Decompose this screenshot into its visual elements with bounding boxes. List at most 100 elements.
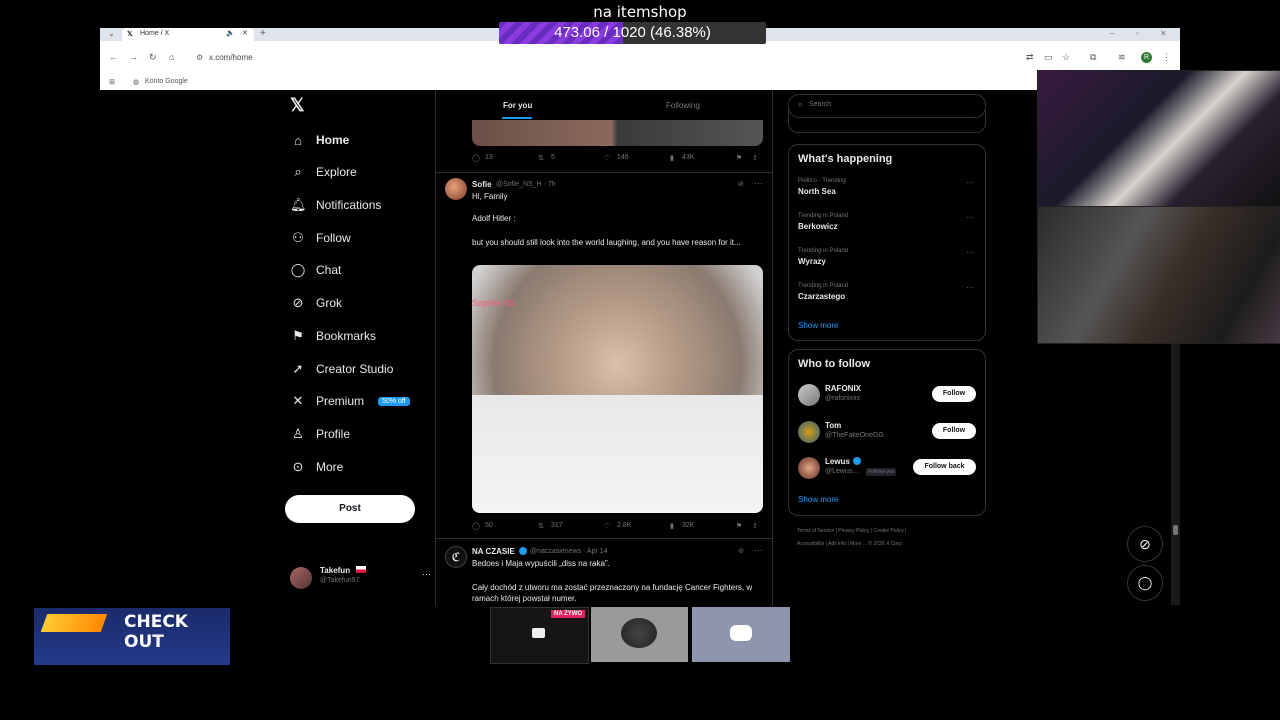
nav-more[interactable]: ⊙ More bbox=[290, 457, 344, 477]
nav-label: Premium bbox=[316, 394, 365, 408]
forward-icon[interactable]: → bbox=[129, 52, 138, 62]
follow-back-button[interactable]: Follow back bbox=[913, 459, 976, 475]
site-info-icon[interactable]: ⚙ bbox=[196, 48, 203, 68]
discord-thumbnail[interactable] bbox=[692, 607, 790, 662]
bookmark-icon[interactable]: ⚑ bbox=[736, 154, 742, 162]
footer-links[interactable]: Accessibility | Ads info | More ... © 20… bbox=[797, 541, 903, 547]
follow-button[interactable]: Follow bbox=[932, 423, 976, 439]
views-icon[interactable]: ▮ bbox=[670, 522, 674, 530]
address-bar[interactable]: ⚙ x.com/home bbox=[192, 48, 1012, 68]
bookmark-icon[interactable]: ⚑ bbox=[736, 522, 742, 530]
tweet-handle[interactable]: @naczasienews · Apr 14 bbox=[530, 548, 608, 555]
follow-button[interactable]: Follow bbox=[932, 386, 976, 402]
minimize-icon[interactable]: – bbox=[1110, 29, 1114, 38]
grok-icon[interactable]: ⊘ bbox=[738, 547, 744, 555]
apps-icon[interactable]: ⊞ bbox=[109, 78, 115, 86]
trend-item[interactable]: Trending in Poland Berkowicz ··· bbox=[798, 213, 978, 243]
bookmark-link[interactable]: Konto Google bbox=[145, 78, 188, 85]
nav-profile[interactable]: ♙ Profile bbox=[290, 424, 350, 444]
trend-item[interactable]: Trending in Poland Czarzastego ··· bbox=[798, 283, 978, 313]
live-preview-thumbnail[interactable]: NA ŻYWO bbox=[490, 607, 589, 664]
tab-following[interactable]: Following bbox=[666, 101, 700, 110]
repost-icon[interactable]: ⇅ bbox=[538, 522, 544, 530]
close-window-icon[interactable]: ✕ bbox=[1160, 29, 1167, 38]
nav-chat[interactable]: ◯ Chat bbox=[290, 260, 342, 280]
more-dots-icon[interactable]: ··· bbox=[754, 178, 763, 188]
reply-icon[interactable]: ◯ bbox=[472, 154, 480, 162]
grok-float-button[interactable]: ⊘ bbox=[1127, 526, 1163, 562]
translate-icon[interactable]: ⇄ bbox=[1026, 52, 1034, 63]
share-icon[interactable]: ⇪ bbox=[752, 522, 758, 530]
tweet-image[interactable]: Sophie NS bbox=[472, 265, 763, 513]
close-tab-icon[interactable]: ✕ bbox=[242, 29, 248, 37]
nav-creator-studio[interactable]: ➚ Creator Studio bbox=[290, 359, 394, 379]
views-icon[interactable]: ▮ bbox=[670, 154, 674, 162]
tweet-author[interactable]: Sofie bbox=[472, 180, 492, 189]
repost-count: 317 bbox=[551, 522, 563, 529]
page-scrollbar[interactable] bbox=[1171, 340, 1180, 605]
tweet-handle[interactable]: @Sofie_NS_H · 7h bbox=[496, 181, 556, 188]
nav-explore[interactable]: ⌕ Explore bbox=[290, 162, 356, 182]
maximize-icon[interactable]: ▫ bbox=[1136, 29, 1139, 38]
star-icon[interactable]: ☆ bbox=[1062, 52, 1070, 63]
like-icon[interactable]: ♡ bbox=[604, 522, 610, 530]
more-dots-icon[interactable]: ··· bbox=[966, 213, 974, 222]
nav-premium[interactable]: ✕ Premium 50% off bbox=[290, 391, 410, 411]
reload-icon[interactable]: ↻ bbox=[149, 52, 157, 63]
more-dots-icon[interactable]: ··· bbox=[966, 248, 974, 257]
like-icon[interactable]: ♡ bbox=[604, 154, 610, 162]
audio-icon[interactable]: 🔈 bbox=[226, 29, 235, 37]
more-dots-icon[interactable]: ··· bbox=[966, 283, 974, 292]
browser-tab[interactable]: 𝕏 Home / X 🔈 ✕ bbox=[122, 28, 254, 41]
trend-item[interactable]: Trending in Poland Wyrazy ··· bbox=[798, 248, 978, 278]
cast-icon[interactable]: ▭ bbox=[1044, 52, 1053, 63]
trend-item[interactable]: Politics · Trending North Sea ··· bbox=[798, 178, 978, 208]
tab-for-you[interactable]: For you bbox=[503, 101, 532, 110]
live-badge: NA ŻYWO bbox=[551, 610, 586, 618]
more-dots-icon[interactable]: ··· bbox=[966, 178, 974, 187]
back-icon[interactable]: ← bbox=[109, 52, 118, 62]
tweet-image[interactable] bbox=[472, 120, 763, 146]
app-thumbnail[interactable] bbox=[591, 607, 688, 662]
tweet-text: Bedoes i Maja wypuścili „diss na raka”. bbox=[472, 559, 610, 568]
avatar[interactable]: ℭ bbox=[445, 546, 467, 568]
account-switcher[interactable]: Takefun @Takefun97 ··· bbox=[290, 565, 431, 591]
more-dots-icon[interactable]: ··· bbox=[754, 545, 763, 555]
webcam-streamer-2 bbox=[1037, 206, 1280, 344]
nav-grok[interactable]: ⊘ Grok bbox=[290, 293, 342, 313]
avatar[interactable] bbox=[445, 178, 467, 200]
more-dots-icon[interactable]: ··· bbox=[422, 569, 431, 579]
nav-follow[interactable]: ⚇ Follow bbox=[290, 228, 351, 248]
verified-icon bbox=[519, 547, 527, 555]
follow-suggestion[interactable]: Lewus @Lewus... Follows you Follow back bbox=[798, 456, 978, 482]
follow-suggestion[interactable]: RAFONIX @rafonixxx Follow bbox=[798, 383, 978, 409]
x-logo-icon[interactable]: 𝕏 bbox=[290, 95, 305, 116]
extension-icon[interactable]: ≋ bbox=[1118, 52, 1126, 63]
nav-home[interactable]: ⌂ Home bbox=[290, 130, 349, 150]
home-browser-icon[interactable]: ⌂ bbox=[169, 52, 174, 62]
tweet-text: but you should still look into the world… bbox=[472, 238, 741, 247]
tab-list-icon[interactable]: ⌄ bbox=[108, 29, 115, 38]
tweet-author[interactable]: NA CZASIE bbox=[472, 547, 515, 556]
show-more-link[interactable]: Show more bbox=[798, 321, 838, 330]
nav-label: More bbox=[316, 460, 344, 474]
repost-count: 5 bbox=[551, 154, 555, 161]
extensions-icon[interactable]: ⧉ bbox=[1090, 52, 1096, 63]
repost-icon[interactable]: ⇅ bbox=[538, 154, 544, 162]
menu-icon[interactable]: ⋮ bbox=[1162, 52, 1171, 63]
nav-notifications[interactable]: 🔔︎ Notifications bbox=[290, 195, 381, 215]
new-tab-icon[interactable]: + bbox=[260, 28, 266, 39]
profile-avatar-icon[interactable]: R bbox=[1141, 52, 1152, 63]
share-icon[interactable]: ⇪ bbox=[752, 154, 758, 162]
trend-context: Trending in Poland bbox=[798, 283, 849, 289]
card-title: What's happening bbox=[798, 153, 893, 165]
follow-suggestion[interactable]: Tom @TheFakeOneGG Follow bbox=[798, 420, 978, 446]
grok-icon[interactable]: ⊘ bbox=[738, 180, 744, 188]
footer-links[interactable]: Terms of Service | Privacy Policy | Cook… bbox=[797, 528, 906, 534]
nav-bookmarks[interactable]: ⚑ Bookmarks bbox=[290, 326, 376, 346]
scrollbar-thumb[interactable] bbox=[1173, 525, 1178, 535]
messages-float-button[interactable]: ◯ bbox=[1127, 565, 1163, 601]
show-more-link[interactable]: Show more bbox=[798, 495, 838, 504]
reply-icon[interactable]: ◯ bbox=[472, 522, 480, 530]
post-button[interactable]: Post bbox=[285, 495, 415, 523]
